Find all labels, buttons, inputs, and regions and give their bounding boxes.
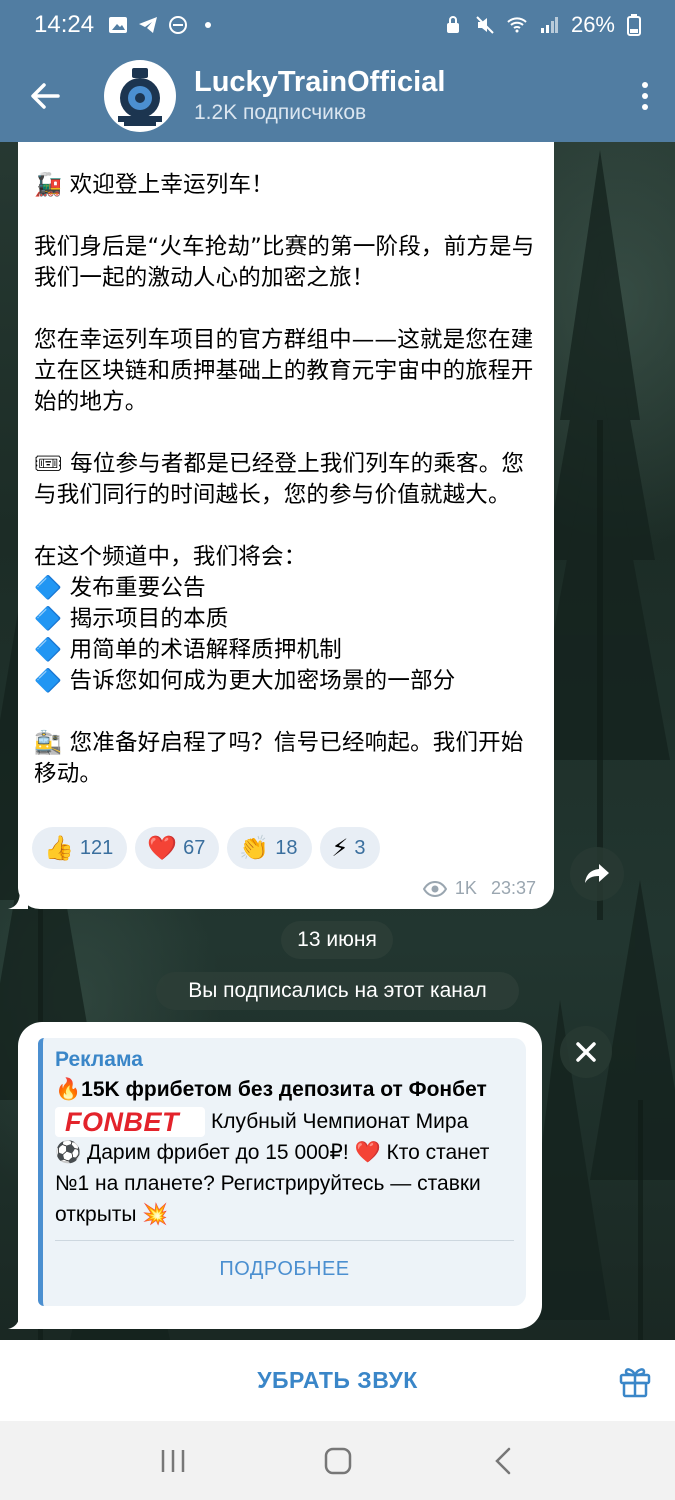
bubble-tail [8, 1310, 28, 1329]
reactions-row: 👍 121 ❤️ 67 👏 18 ⚡ 3 [32, 827, 380, 869]
home-icon [324, 1447, 351, 1474]
ad-label: Реклама [55, 1048, 143, 1071]
reaction-lightning[interactable]: ⚡ 3 [319, 827, 380, 869]
do-not-disturb-icon [169, 16, 188, 34]
lightning-icon: ⚡ [331, 834, 349, 862]
more-options-button[interactable] [615, 50, 675, 142]
status-bar: 14:24 26% [0, 0, 675, 50]
status-time: 14:24 [34, 11, 95, 38]
channel-name[interactable]: LuckyTrainOfficial [194, 65, 445, 99]
close-ad-button[interactable] [560, 1026, 612, 1078]
recent-apps-button[interactable] [143, 1431, 203, 1491]
forward-button[interactable] [570, 847, 624, 901]
clap-icon: 👏 [239, 834, 270, 862]
bottom-bar: УБРАТЬ ЗВУК [0, 1340, 675, 1421]
battery-level: 26% [570, 12, 615, 37]
home-button[interactable] [308, 1431, 368, 1491]
telegram-icon [139, 17, 158, 33]
ad-more-button[interactable]: ПОДРОБНЕЕ [43, 1258, 526, 1281]
sponsored-message[interactable]: Реклама 🔥15K фрибетом без депозита от Фо… [18, 1022, 542, 1329]
service-message: Вы подписались на этот канал [156, 972, 519, 1010]
dot-icon [642, 93, 648, 99]
fonbet-logo: FONBET [55, 1107, 205, 1138]
view-count: 1K [454, 878, 477, 898]
ad-body-line: FONBET Клубный Чемпионат Мира [55, 1106, 514, 1138]
wifi-icon [507, 17, 527, 33]
reaction-heart[interactable]: ❤️ 67 [135, 827, 220, 869]
ad-body-text-1: Клубный Чемпионат Мира [211, 1110, 469, 1133]
heart-icon: ❤️ [147, 834, 178, 862]
gallery-icon [109, 17, 128, 33]
reaction-thumbs-up[interactable]: 👍 121 [32, 827, 128, 869]
subscriber-count: 1.2K подписчиков [194, 101, 367, 124]
back-button[interactable] [0, 50, 90, 142]
dot-icon [205, 22, 212, 28]
post-text: 🚂 欢迎登上幸运列车！ 我们身后是“火车抢劫”比赛的第一阶段，前方是与我们一起的… [34, 172, 535, 787]
reaction-clap[interactable]: 👏 18 [227, 827, 312, 869]
ad-card[interactable]: Реклама 🔥15K фрибетом без депозита от Фо… [38, 1038, 526, 1306]
reaction-count: 121 [79, 836, 114, 859]
close-icon [576, 1042, 596, 1062]
reaction-count: 18 [275, 836, 298, 859]
thumbs-up-icon: 👍 [44, 834, 74, 862]
date-separator: 13 июня [281, 921, 393, 959]
lock-icon [446, 16, 459, 33]
battery-icon [627, 14, 641, 36]
chat-header: LuckyTrainOfficial 1.2K подписчиков [0, 50, 675, 142]
share-arrow-icon [585, 864, 609, 883]
signal-icon [540, 17, 558, 33]
dot-icon [642, 104, 648, 110]
mute-icon [476, 16, 494, 34]
channel-post[interactable]: 🚂 欢迎登上幸运列车！ 我们身后是“火车抢劫”比赛的第一阶段，前方是与我们一起的… [18, 142, 554, 909]
post-meta: 1K 23:37 [422, 878, 536, 899]
train-logo-icon [106, 62, 174, 130]
date-label: 13 июня [297, 928, 377, 951]
bubble-tail [8, 890, 28, 909]
reaction-count: 3 [354, 836, 366, 859]
service-message-text: Вы подписались на этот канал [188, 979, 487, 1002]
reaction-count: 67 [183, 836, 206, 859]
recent-apps-icon [161, 1449, 184, 1472]
ad-divider [55, 1240, 514, 1241]
system-navigation-bar [0, 1421, 675, 1500]
channel-avatar[interactable] [104, 60, 176, 132]
ad-title: 🔥15K фрибетом без депозита от Фонбет [55, 1078, 487, 1101]
chevron-left-icon [494, 1447, 510, 1474]
eye-icon [422, 880, 447, 897]
dot-icon [642, 82, 648, 88]
gift-icon[interactable] [617, 1362, 653, 1398]
back-nav-button[interactable] [473, 1431, 533, 1491]
post-time: 23:37 [490, 878, 536, 898]
ad-body-text-2: ⚽ Дарим фрибет до 15 000₽! ❤️ Кто станет… [55, 1141, 490, 1227]
mute-button[interactable]: УБРАТЬ ЗВУК [257, 1367, 418, 1394]
arrow-left-icon [31, 83, 60, 109]
